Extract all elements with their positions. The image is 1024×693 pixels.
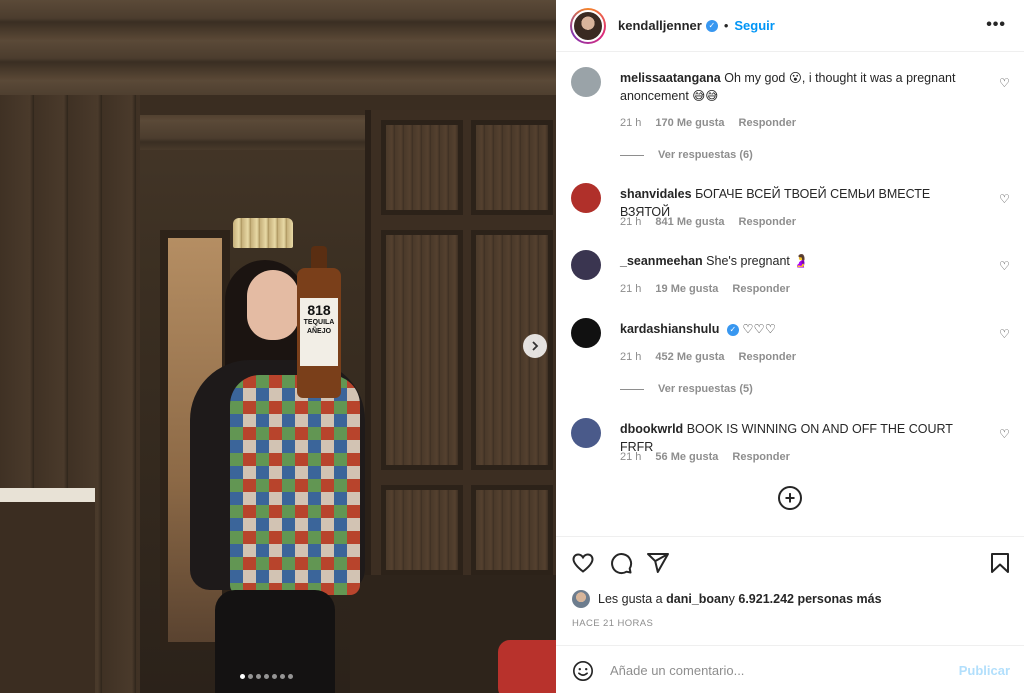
photo-pillow	[498, 640, 556, 693]
likes-middle: y	[728, 592, 735, 606]
comment-text: ♡♡♡	[742, 322, 776, 336]
likes-summary[interactable]: Les gusta a dani_boan y 6.921.242 person…	[572, 590, 882, 608]
comment-username[interactable]: _seanmeehan	[620, 254, 703, 268]
comment-body: melissaatangana Oh my god 😮, i thought i…	[620, 69, 980, 105]
emoji-icon[interactable]	[572, 660, 594, 682]
likes-count[interactable]: 6.921.242 personas más	[738, 592, 881, 606]
liker-username[interactable]: dani_boan	[666, 592, 729, 606]
share-icon[interactable]	[646, 551, 670, 575]
comments-list[interactable]: melissaatangana Oh my god 😮, i thought i…	[556, 52, 1024, 536]
reply-button[interactable]: Responder	[739, 216, 796, 228]
plus-circle-icon[interactable]: +	[778, 486, 802, 510]
reply-button[interactable]: Responder	[739, 351, 796, 363]
cabinet-panel	[381, 230, 463, 470]
next-arrow-icon[interactable]	[523, 334, 547, 358]
comment-heart-icon[interactable]: ♡	[999, 260, 1011, 272]
comment-time[interactable]: 21 h	[620, 216, 641, 228]
comment-icon[interactable]	[609, 551, 633, 575]
photo-counter-left	[0, 488, 95, 693]
bottle-label-main: 818	[307, 302, 331, 318]
comment-time[interactable]: 21 h	[620, 451, 641, 463]
verified-icon: ✓	[726, 323, 739, 336]
reply-button[interactable]: Responder	[732, 283, 789, 295]
carousel-dot	[264, 674, 269, 679]
carousel-dot	[272, 674, 277, 679]
liker-avatar[interactable]	[572, 590, 590, 608]
comment-heart-icon[interactable]: ♡	[999, 77, 1011, 89]
separator-dot: •	[723, 18, 729, 33]
carousel-dot	[240, 674, 245, 679]
comment-meta: 21 h 452 Me gusta Responder	[620, 351, 796, 363]
avatar-image	[572, 9, 604, 42]
verified-icon: ✓	[705, 19, 718, 32]
likes-prefix: Les gusta a	[598, 592, 663, 606]
comment-likes[interactable]: 170 Me gusta	[655, 117, 724, 129]
comment-username[interactable]: melissaatangana	[620, 71, 721, 85]
more-icon[interactable]: •••	[986, 16, 1006, 34]
comment-time[interactable]: 21 h	[620, 351, 641, 363]
cabinet-panel	[471, 120, 553, 215]
comment-avatar[interactable]	[571, 318, 601, 348]
comment-input[interactable]	[610, 658, 940, 682]
comment-text: She's pregnant 🤰	[706, 254, 809, 268]
cabinet-panel	[381, 485, 463, 575]
cabinet-panel	[471, 485, 553, 575]
view-replies-label: Ver respuestas (6)	[658, 149, 753, 161]
header-username[interactable]: kendalljenner	[618, 18, 702, 33]
comment-likes[interactable]: 452 Me gusta	[655, 351, 724, 363]
comment-body: _seanmeehan She's pregnant 🤰	[620, 252, 980, 270]
bottle-label: 818 TEQUILA AÑEJO	[300, 298, 338, 366]
comment-username[interactable]: kardashianshulu	[620, 322, 719, 336]
comment-meta: 21 h 170 Me gusta Responder	[620, 117, 796, 129]
comment-time[interactable]: 21 h	[620, 283, 641, 295]
bottle-label-line1: TEQUILA	[303, 319, 335, 326]
comment-time[interactable]: 21 h	[620, 117, 641, 129]
comment-meta: 21 h 841 Me gusta Responder	[620, 216, 796, 228]
avatar[interactable]	[570, 7, 606, 44]
comment-avatar[interactable]	[571, 67, 601, 97]
post-side-panel: kendalljenner ✓ • Seguir ••• melissaatan…	[556, 0, 1024, 693]
replies-line	[620, 154, 644, 156]
view-replies-button[interactable]: Ver respuestas (6)	[620, 149, 753, 161]
post-photo[interactable]: 818 TEQUILA AÑEJO	[0, 0, 556, 693]
comment-likes[interactable]: 841 Me gusta	[655, 216, 724, 228]
follow-button[interactable]: Seguir	[734, 18, 774, 33]
comment-body: kardashianshulu ✓ ♡♡♡	[620, 320, 980, 338]
comment-heart-icon[interactable]: ♡	[999, 193, 1011, 205]
carousel-dot	[288, 674, 293, 679]
comment-username[interactable]: dbookwrld	[620, 422, 683, 436]
cabinet-panel	[381, 120, 463, 215]
publish-button[interactable]: Publicar	[959, 663, 1010, 678]
comment-meta: 21 h 56 Me gusta Responder	[620, 451, 790, 463]
comment-heart-icon[interactable]: ♡	[999, 428, 1011, 440]
carousel-dot	[256, 674, 261, 679]
person-vest	[230, 375, 360, 595]
comment-likes[interactable]: 19 Me gusta	[655, 283, 718, 295]
replies-line	[620, 388, 644, 390]
person-face	[247, 270, 299, 340]
comment-heart-icon[interactable]: ♡	[999, 328, 1011, 340]
comment-username[interactable]: shanvidales	[620, 187, 692, 201]
comment-avatar[interactable]	[571, 183, 601, 213]
comment-avatar[interactable]	[571, 250, 601, 280]
heart-icon[interactable]	[571, 551, 595, 575]
view-replies-button[interactable]: Ver respuestas (5)	[620, 383, 753, 395]
bottle-label-line2: AÑEJO	[306, 328, 332, 335]
view-replies-label: Ver respuestas (5)	[658, 383, 753, 395]
action-bar	[556, 536, 1024, 588]
post-timestamp[interactable]: HACE 21 HORAS	[572, 618, 653, 629]
post-header: kendalljenner ✓ • Seguir •••	[556, 0, 1024, 52]
comment-meta: 21 h 19 Me gusta Responder	[620, 283, 790, 295]
add-comment-bar: Publicar	[556, 645, 1024, 693]
comment-avatar[interactable]	[571, 418, 601, 448]
carousel-indicator	[240, 674, 293, 679]
comment-likes[interactable]: 56 Me gusta	[655, 451, 718, 463]
photo-person: 818 TEQUILA AÑEJO	[185, 218, 385, 693]
reply-button[interactable]: Responder	[739, 117, 796, 129]
bookmark-icon[interactable]	[988, 551, 1012, 575]
person-headband	[233, 218, 293, 248]
carousel-dot	[280, 674, 285, 679]
carousel-dot	[248, 674, 253, 679]
reply-button[interactable]: Responder	[732, 451, 789, 463]
